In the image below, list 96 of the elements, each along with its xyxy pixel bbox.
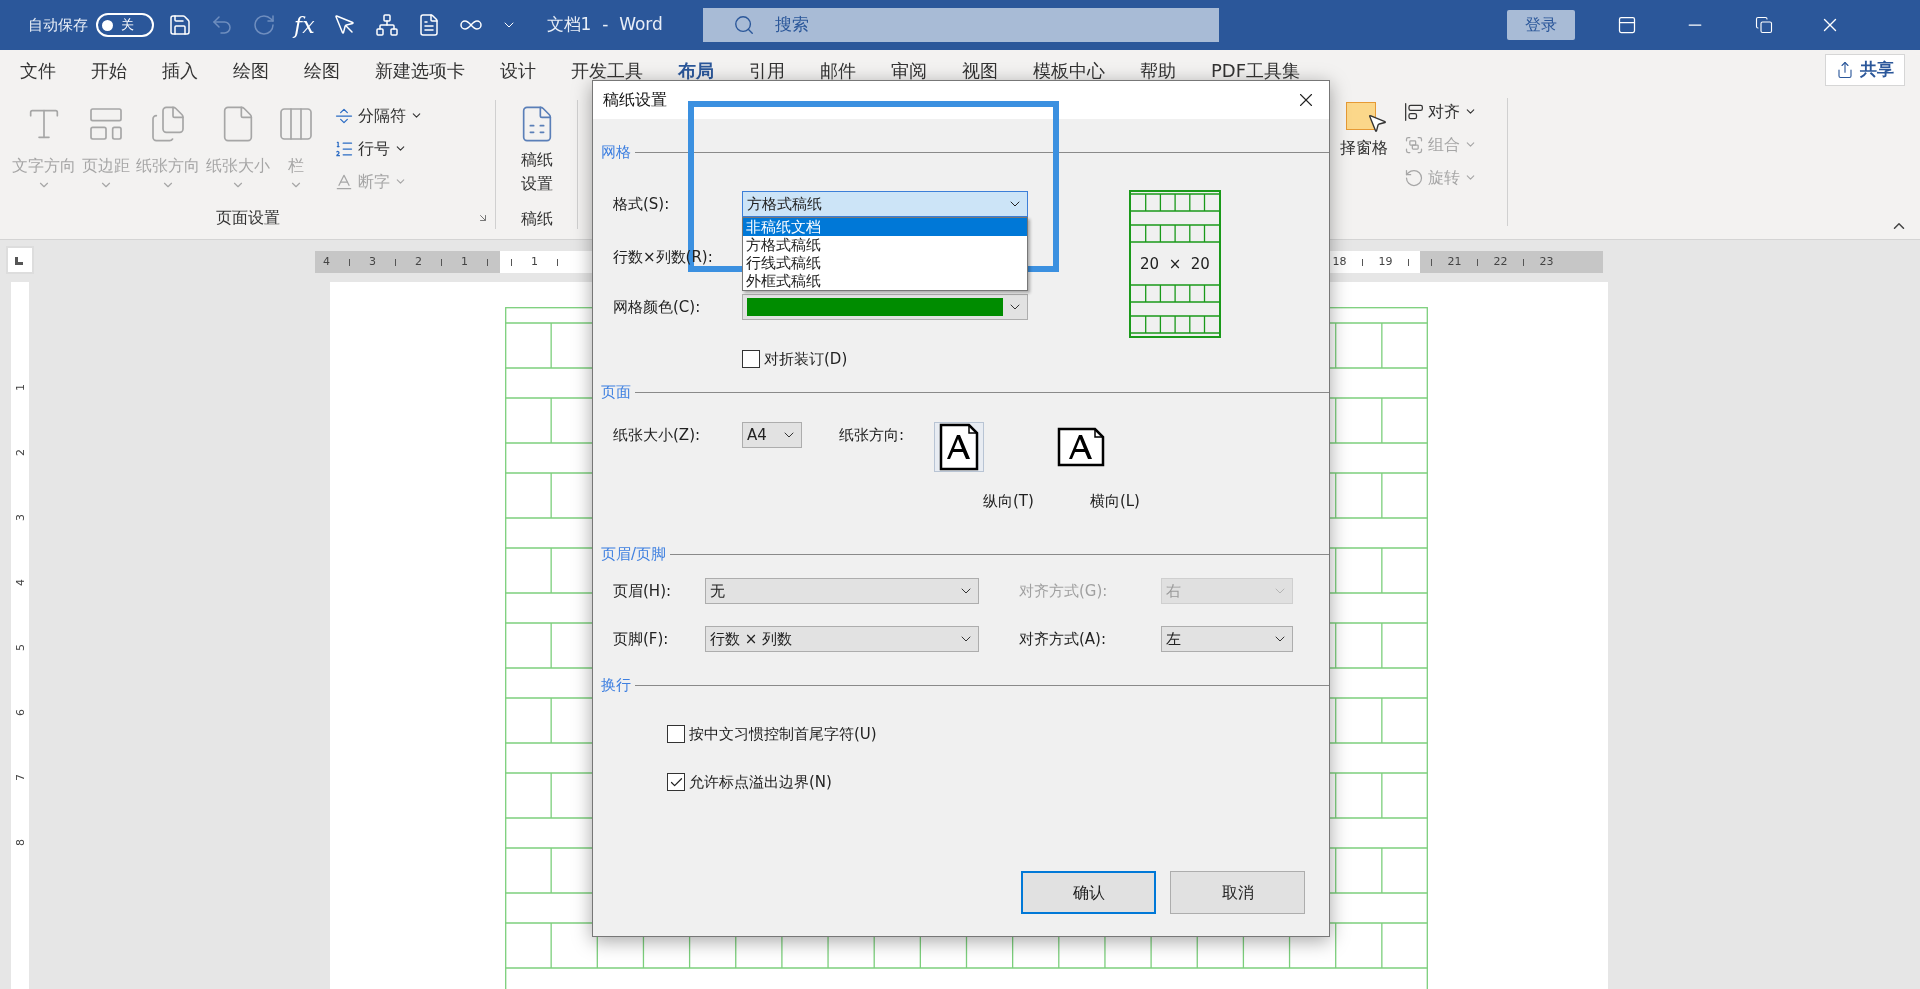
section-title: 页眉/页脚 — [600, 543, 668, 565]
format-dropdown[interactable]: 方格式稿纸 — [742, 191, 1028, 217]
dropdown-option[interactable]: 外框式稿纸 — [743, 272, 1027, 290]
ribbon-tab[interactable]: 视图 — [962, 56, 998, 84]
alignment-dropdown[interactable]: 左 — [1161, 626, 1293, 652]
dialog-launcher-icon[interactable] — [477, 212, 489, 224]
group-icon — [1404, 134, 1424, 155]
ribbon-tab[interactable]: 审阅 — [891, 56, 927, 84]
checkbox[interactable]: 对折装订(D) — [742, 347, 848, 371]
ribbon-tab[interactable]: 开始 — [91, 56, 127, 84]
checkbox[interactable]: 按中文习惯控制首尾字符(U) — [667, 722, 877, 746]
ruler-number: 1 — [460, 253, 469, 270]
ribbon-tab[interactable]: 新建选项卡 — [375, 56, 465, 84]
ruler-number: 22 — [1492, 253, 1509, 270]
color-dropdown[interactable] — [742, 294, 1028, 320]
ribbon-tab[interactable]: 设计 — [500, 56, 536, 84]
dropdown-option[interactable]: 非稿纸文档 — [743, 218, 1027, 236]
field-label: 纸张方向: — [839, 425, 905, 446]
ruler-number: 3 — [368, 253, 377, 270]
preview-label: 20 × 20 — [1140, 253, 1210, 275]
ruler-number: 7 — [14, 774, 26, 781]
section-title: 网格 — [600, 141, 632, 163]
autosave-label: 自动保存 — [28, 14, 88, 36]
field-label: 对齐方式(G): — [1019, 580, 1109, 602]
section-title: 页面 — [600, 381, 632, 403]
cursor-icon[interactable] — [332, 13, 357, 37]
ruler-number: 2 — [414, 253, 423, 270]
ruler-number: 4 — [322, 253, 331, 270]
ruler-number: 8 — [14, 839, 26, 846]
ruler-number: 23 — [1538, 253, 1555, 270]
group-label: 页面设置 — [215, 207, 280, 229]
ruler-number: 6 — [14, 709, 26, 716]
cursor-icon — [1366, 112, 1388, 134]
field-label: 网格颜色(C): — [613, 296, 702, 318]
paper-size-dropdown[interactable]: A4 — [742, 422, 802, 448]
ribbon-tab[interactable]: 文件 — [20, 56, 56, 84]
window-title: 文档1 - Word — [546, 13, 663, 37]
ribbon-button[interactable]: 行号 — [334, 135, 423, 162]
dropdown[interactable]: 无 — [705, 578, 979, 604]
checkbox[interactable]: 允许标点溢出边界(N) — [667, 770, 832, 794]
pane-square-icon — [1346, 102, 1376, 130]
orientation-option[interactable] — [934, 422, 985, 472]
field-label: 页眉(H): — [613, 580, 673, 602]
ribbon-tab[interactable]: 引用 — [749, 56, 785, 84]
ruler-number: 19 — [1377, 253, 1394, 270]
formula-icon[interactable]: fx — [294, 8, 315, 42]
ruler-number: 18 — [1331, 253, 1348, 270]
ribbon-tab[interactable]: 模板中心 — [1033, 56, 1105, 84]
ruler-number: 1 — [14, 384, 26, 391]
login-button[interactable]: 登录 — [1506, 10, 1575, 40]
save-icon[interactable] — [168, 13, 192, 37]
ribbon-tab[interactable]: 邮件 — [820, 56, 856, 84]
field-label: 页脚(F): — [613, 628, 670, 650]
ruler-number: 3 — [14, 514, 26, 521]
portrait-page-icon — [939, 423, 980, 471]
ribbon-tab[interactable]: 绘图 — [304, 56, 340, 84]
dialog-title: 稿纸设置 — [603, 89, 667, 111]
hierarchy-icon[interactable] — [374, 13, 399, 37]
ribbon-button[interactable]: 分隔符 — [334, 102, 423, 129]
ruler-number: 4 — [14, 579, 26, 586]
dialog-button[interactable]: 确认 — [1021, 871, 1156, 914]
dropdown-option[interactable]: 方格式稿纸 — [743, 236, 1027, 254]
ribbon-tab[interactable]: 绘图 — [233, 56, 269, 84]
ribbon-tab[interactable]: 帮助 — [1140, 56, 1176, 84]
orientation-caption: 纵向(T) — [983, 490, 1034, 512]
section-title: 换行 — [600, 674, 632, 696]
ribbon-tab[interactable]: 插入 — [162, 56, 198, 84]
ribbon-display-icon[interactable] — [1616, 15, 1637, 35]
share-icon — [1836, 61, 1854, 79]
ribbon-tab[interactable]: PDF工具集 — [1211, 56, 1301, 84]
orientation-caption: 横向(L) — [1089, 490, 1140, 512]
selection-pane-button[interactable]: 择窗格 — [1328, 98, 1388, 160]
tab-selector[interactable] — [6, 246, 34, 274]
restore-icon[interactable] — [1754, 16, 1773, 34]
rotate-icon — [1404, 167, 1424, 188]
share-button[interactable]: 共享 — [1825, 54, 1905, 86]
search-icon — [732, 14, 755, 36]
search-field[interactable]: 搜索 — [702, 8, 1219, 42]
landscape-page-icon — [1057, 427, 1106, 467]
field-label: 纸张大小(Z): — [613, 425, 702, 446]
field-label: 对齐方式(A): — [1019, 628, 1108, 650]
ruler-number: 5 — [14, 644, 26, 651]
group-label: 稿纸 — [520, 208, 553, 229]
ribbon-button[interactable]: 对齐 — [1404, 98, 1477, 125]
dropdown[interactable]: 行数 × 列数 — [705, 626, 979, 652]
autosave-toggle[interactable]: 关 — [96, 13, 154, 37]
dropdown-option[interactable]: 行线式稿纸 — [743, 254, 1027, 272]
ruler-number: 21 — [1446, 253, 1463, 270]
field-label: 格式(S): — [613, 193, 671, 215]
dialog-button[interactable]: 取消 — [1170, 871, 1305, 914]
ribbon-tab[interactable]: 布局 — [678, 56, 714, 84]
align-icon — [1404, 101, 1424, 122]
manuscript-settings-button[interactable]: 稿纸设置 — [516, 100, 557, 207]
ruler-number: 1 — [530, 253, 539, 270]
ruler-number: 2 — [14, 449, 26, 456]
ribbon-tab[interactable]: 开发工具 — [571, 56, 643, 84]
